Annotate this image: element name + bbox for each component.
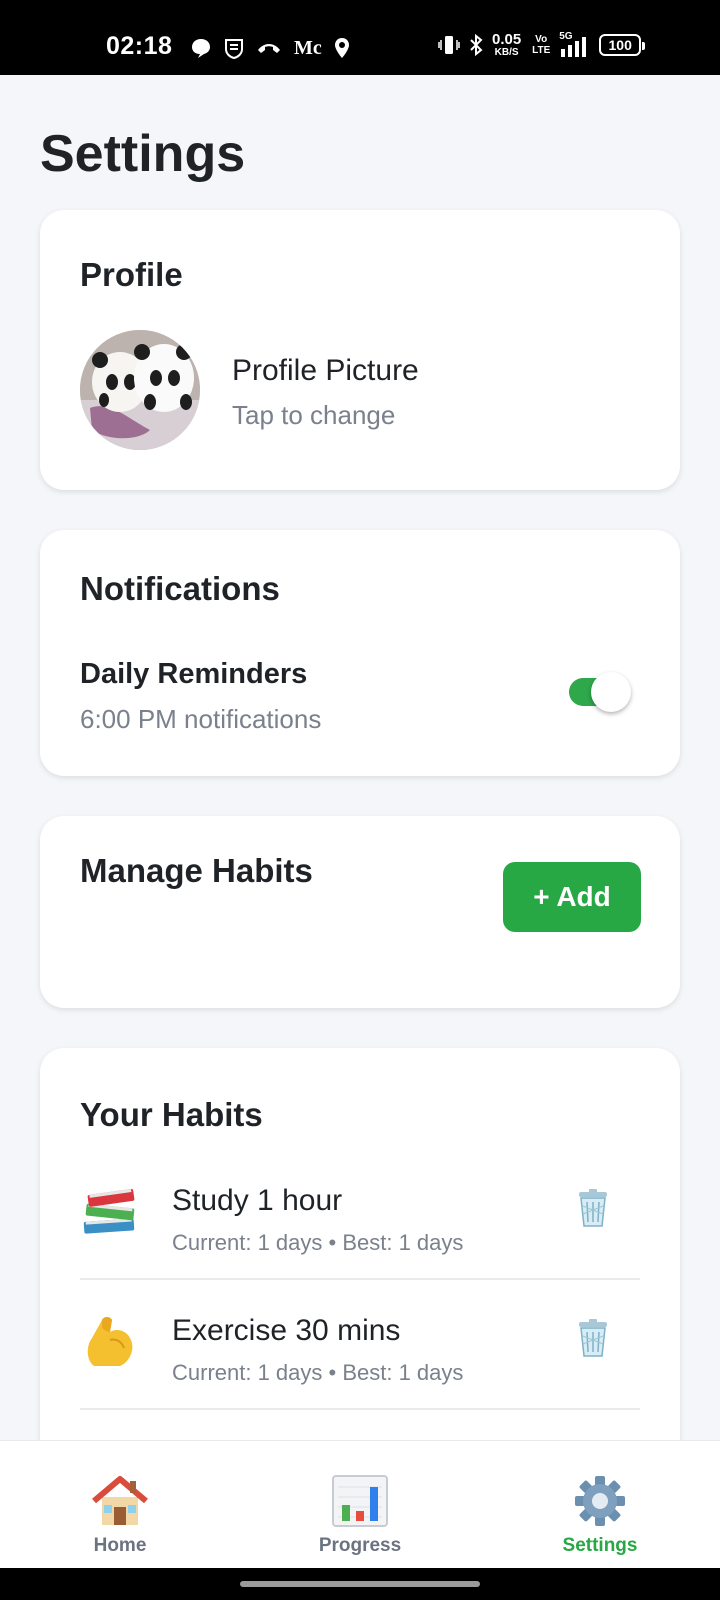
your-habits-title: Your Habits xyxy=(80,1096,263,1133)
habit-streak: Current: 1 days • Best: 1 days xyxy=(172,1230,464,1255)
home-gesture-handle[interactable] xyxy=(240,1581,480,1587)
trash-icon[interactable] xyxy=(576,1318,610,1358)
books-icon xyxy=(83,1188,135,1234)
battery-level: 100 xyxy=(608,37,632,53)
toggle-knob xyxy=(591,672,631,712)
battery-indicator: 100 xyxy=(599,34,646,56)
avatar[interactable] xyxy=(80,330,200,450)
nav-settings[interactable]: Settings xyxy=(530,1441,670,1569)
location-pin-icon xyxy=(334,38,349,58)
shield-icon xyxy=(225,39,243,59)
nav-home-label: Home xyxy=(93,1535,147,1556)
manage-habits-card: Manage Habits + Add xyxy=(40,816,680,1008)
panda-figurines-image xyxy=(80,330,200,450)
nav-settings-label: Settings xyxy=(562,1535,638,1556)
daily-reminders-label: Daily Reminders xyxy=(80,658,308,690)
nav-progress-label: Progress xyxy=(318,1535,402,1556)
missed-call-icon xyxy=(258,44,280,53)
status-icons-right: 0.05 KB/S Vo LTE 5G 100 xyxy=(438,31,646,58)
habit-row: Study 1 hour Current: 1 days • Best: 1 d… xyxy=(80,1150,640,1280)
status-time: 02:18 xyxy=(106,32,173,60)
vibrate-icon xyxy=(438,36,460,54)
daily-reminders-time: 6:00 PM notifications xyxy=(80,704,322,734)
nav-progress[interactable]: Progress xyxy=(290,1441,430,1569)
profile-card: Profile Profile Picture Tap to change xyxy=(40,210,680,490)
profile-section-title: Profile xyxy=(80,256,183,293)
gear-icon xyxy=(575,1476,625,1526)
house-icon xyxy=(92,1476,148,1525)
habit-row: Exercise 30 mins Current: 1 days • Best:… xyxy=(80,1280,640,1410)
system-gesture-bar xyxy=(0,1568,720,1600)
bar-chart-icon xyxy=(332,1475,388,1527)
habit-streak: Current: 1 days • Best: 1 days xyxy=(172,1360,464,1385)
page-title: Settings xyxy=(40,125,246,183)
nav-home[interactable]: Home xyxy=(50,1441,190,1569)
signal-strength: 5G xyxy=(559,31,591,57)
manage-habits-title: Manage Habits xyxy=(80,852,313,889)
profile-picture-label[interactable]: Profile Picture xyxy=(232,354,419,388)
notifications-card: Notifications Daily Reminders 6:00 PM no… xyxy=(40,530,680,776)
carrier-glyph: Mc xyxy=(294,37,322,59)
status-bar: 02:18 Mc 0.05 KB/S Vo LTE 5G 100 xyxy=(0,0,720,75)
status-icons-left: Mc xyxy=(190,36,350,60)
volte-label: Vo LTE xyxy=(532,34,551,56)
notifications-section-title: Notifications xyxy=(80,570,280,607)
habit-name: Study 1 hour xyxy=(172,1184,343,1217)
habit-name: Exercise 30 mins xyxy=(172,1314,401,1347)
data-speed: 0.05 KB/S xyxy=(492,31,522,58)
profile-picture-hint: Tap to change xyxy=(232,400,396,430)
bottom-navigation: Home Progress Settings xyxy=(0,1440,720,1568)
bluetooth-icon xyxy=(470,33,483,57)
flexed-biceps-icon xyxy=(87,1317,133,1366)
add-habit-button[interactable]: + Add xyxy=(503,862,641,932)
your-habits-card: Your Habits Study 1 hour Current: 1 days… xyxy=(40,1048,680,1508)
daily-reminders-toggle[interactable] xyxy=(569,672,631,712)
chat-bubble-icon xyxy=(192,39,210,58)
trash-icon[interactable] xyxy=(576,1188,610,1228)
